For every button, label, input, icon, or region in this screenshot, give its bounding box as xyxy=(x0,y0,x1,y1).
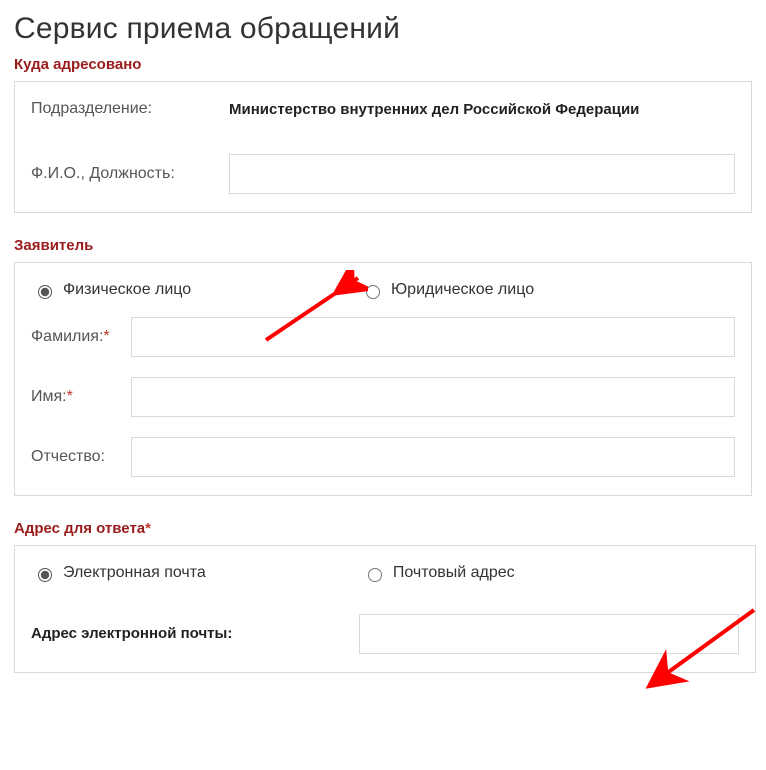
patronymic-label: Отчество: xyxy=(31,448,123,466)
radio-email[interactable] xyxy=(38,568,52,582)
radio-legal[interactable] xyxy=(366,285,380,299)
radio-individual-label: Физическое лицо xyxy=(63,281,191,299)
department-value: Министерство внутренних дел Российской Ф… xyxy=(229,101,735,118)
department-label: Подразделение: xyxy=(31,100,221,118)
name-input[interactable] xyxy=(131,377,735,417)
addressed-block: Подразделение: Министерство внутренних д… xyxy=(14,81,752,213)
surname-label: Фамилия:* xyxy=(31,328,123,346)
radio-postal-label: Почтовый адрес xyxy=(393,564,515,582)
patronymic-input[interactable] xyxy=(131,437,735,477)
email-label: Адрес электронной почты: xyxy=(31,624,351,644)
section-header-addressed: Куда адресовано xyxy=(14,56,752,73)
fio-position-label: Ф.И.О., Должность: xyxy=(31,165,221,183)
fio-position-input[interactable] xyxy=(229,154,735,194)
radio-individual[interactable] xyxy=(38,285,52,299)
radio-legal-label: Юридическое лицо xyxy=(391,281,534,299)
section-header-reply: Адрес для ответа* xyxy=(14,520,752,537)
email-input[interactable] xyxy=(359,614,739,654)
name-label: Имя:* xyxy=(31,388,123,406)
section-header-applicant: Заявитель xyxy=(14,237,752,254)
applicant-block: Физическое лицо Юридическое лицо Фамилия… xyxy=(14,262,752,496)
reply-block: Электронная почта Почтовый адрес Адрес э… xyxy=(14,545,756,673)
radio-email-label: Электронная почта xyxy=(63,564,206,582)
page-title: Сервис приема обращений xyxy=(14,12,752,46)
surname-input[interactable] xyxy=(131,317,735,357)
radio-postal[interactable] xyxy=(368,568,382,582)
